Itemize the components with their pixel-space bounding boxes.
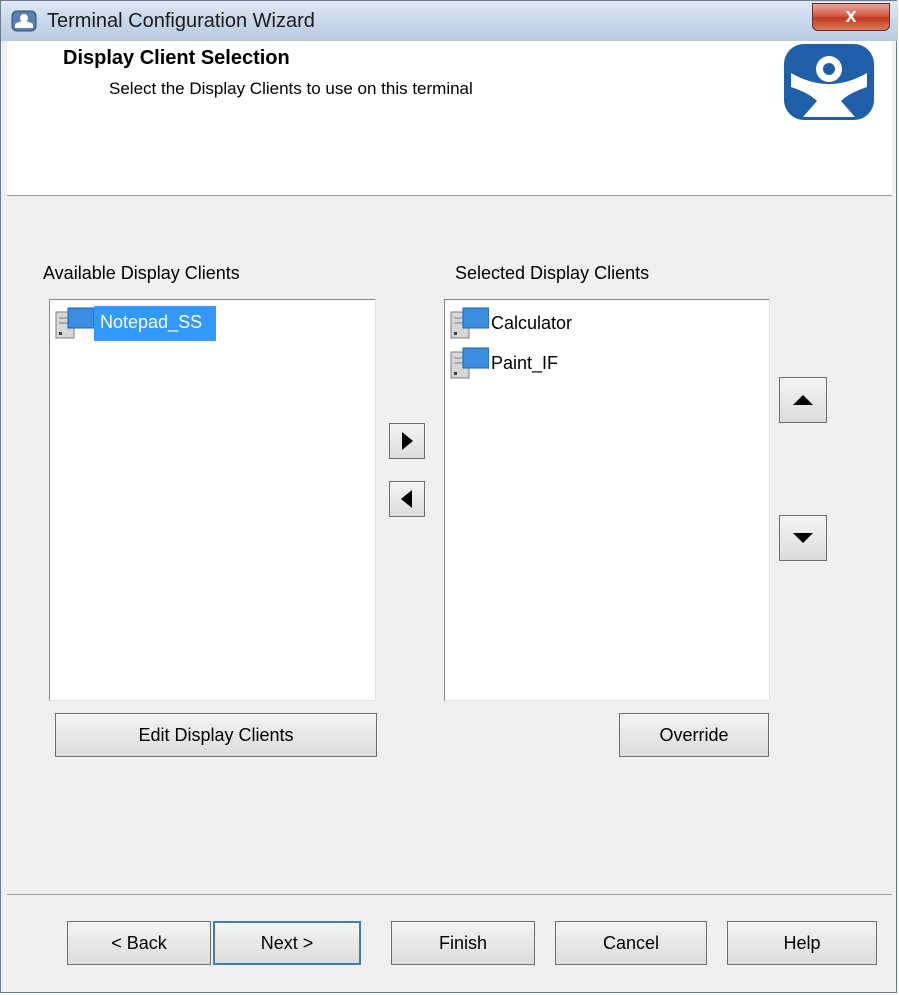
list-item[interactable]: Paint_IF (445, 346, 564, 380)
list-item-label: Paint_IF (491, 352, 559, 373)
display-client-icon (450, 347, 489, 379)
list-item[interactable]: Calculator (445, 306, 578, 340)
back-button[interactable]: < Back (67, 921, 211, 965)
move-up-button[interactable] (779, 377, 827, 423)
thinmanager-logo-icon (784, 44, 874, 120)
help-button[interactable]: Help (727, 921, 877, 965)
title-bar[interactable]: Terminal Configuration Wizard x (1, 1, 898, 41)
list-item-label: Notepad_SS (94, 305, 217, 341)
page-title: Display Client Selection (63, 47, 290, 69)
move-down-button[interactable] (779, 515, 827, 561)
page-subtitle: Select the Display Clients to use on thi… (109, 79, 473, 98)
available-clients-list[interactable]: Notepad_SS (49, 299, 376, 701)
arrow-up-icon (793, 395, 813, 405)
finish-button[interactable]: Finish (391, 921, 535, 965)
arrow-right-icon (402, 432, 413, 450)
display-client-icon (450, 307, 489, 339)
list-item[interactable]: Notepad_SS (50, 305, 217, 341)
remove-button[interactable] (389, 481, 425, 517)
override-button[interactable]: Override (619, 713, 769, 757)
list-item-label: Calculator (491, 312, 573, 333)
edit-display-clients-button[interactable]: Edit Display Clients (55, 713, 377, 757)
cancel-button[interactable]: Cancel (555, 921, 707, 965)
arrow-left-icon (401, 490, 412, 508)
wizard-window: Terminal Configuration Wizard x Display … (0, 0, 898, 993)
display-client-icon (55, 307, 94, 339)
close-icon: x (845, 5, 857, 27)
arrow-down-icon (793, 533, 813, 543)
available-clients-label: Available Display Clients (43, 263, 240, 283)
app-icon (11, 10, 37, 32)
window-title: Terminal Configuration Wizard (47, 10, 315, 32)
next-button[interactable]: Next > (213, 921, 361, 965)
close-button[interactable]: x (812, 3, 890, 31)
selected-clients-list[interactable]: Calculator Paint_IF (444, 299, 770, 701)
add-button[interactable] (389, 423, 425, 459)
selected-clients-label: Selected Display Clients (455, 263, 650, 283)
